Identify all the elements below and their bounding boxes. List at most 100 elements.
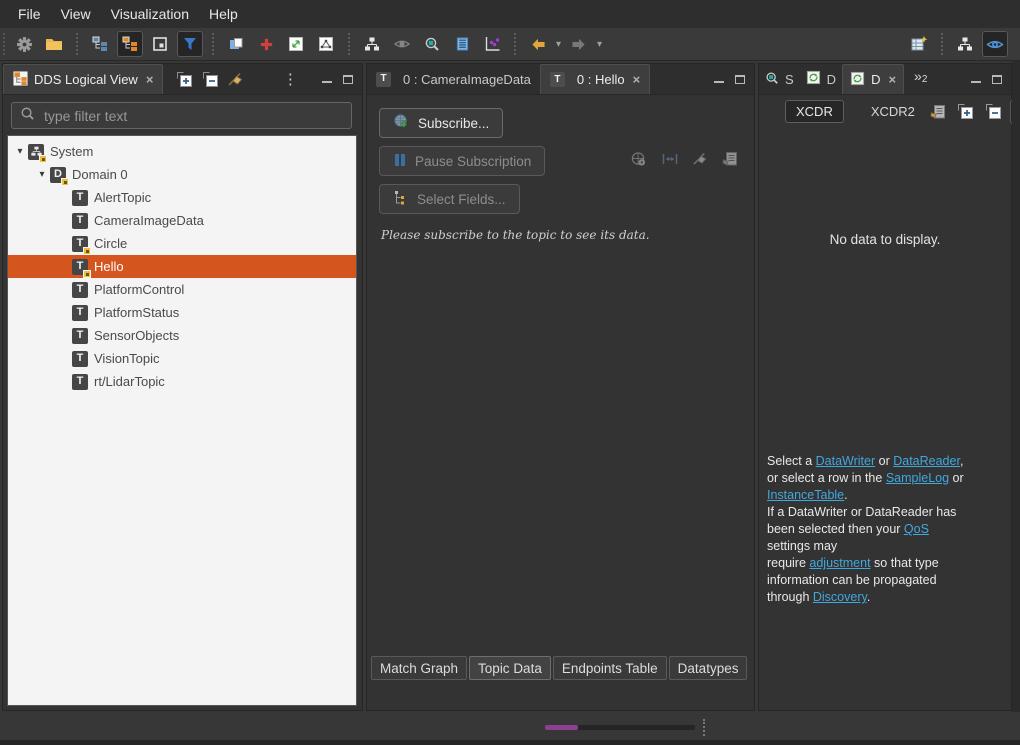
tab-overflow-indicator[interactable]: » 2 xyxy=(904,64,931,94)
tree-item-label: SensorObjects xyxy=(94,328,180,343)
tab-label: S xyxy=(785,71,794,87)
toolbar-grip[interactable] xyxy=(3,33,5,55)
help-link-qos[interactable]: QoS xyxy=(904,522,929,536)
expand-all-icon[interactable] xyxy=(173,68,195,90)
help-link-instancetable[interactable]: InstanceTable xyxy=(767,488,844,502)
logical-tree-orange-icon[interactable] xyxy=(117,31,143,57)
add-plus-icon[interactable] xyxy=(253,31,279,57)
expand-all-icon[interactable] xyxy=(954,100,978,124)
expand-arrow-icon[interactable]: ▾ xyxy=(34,169,50,180)
tree-item-alerttopic[interactable]: T AlertTopic xyxy=(8,186,356,209)
topic-action-icons xyxy=(630,151,738,173)
filter-input[interactable] xyxy=(42,106,343,125)
pause-label: Pause Subscription xyxy=(415,153,532,169)
width-adjust-icon[interactable] xyxy=(661,151,679,173)
select-fields-label: Select Fields... xyxy=(417,191,506,207)
domain-icon: D xyxy=(50,166,69,186)
collapse-all-icon[interactable] xyxy=(982,100,1006,124)
tree-item-circle[interactable]: T Circle xyxy=(8,232,356,255)
tab-topic-data[interactable]: Topic Data xyxy=(469,656,551,680)
help-link-datawriter[interactable]: DataWriter xyxy=(816,454,876,468)
menu-help[interactable]: Help xyxy=(199,6,248,22)
select-fields-button[interactable]: Select Fields... xyxy=(379,184,520,214)
broom-icon[interactable] xyxy=(225,68,247,90)
close-icon[interactable]: × xyxy=(146,72,154,87)
tab-camera-image-data[interactable]: T 0 : CameraImageData xyxy=(367,64,540,94)
tree-item-visiontopic[interactable]: T VisionTopic xyxy=(8,347,356,370)
tree-item-system[interactable]: ▾ System xyxy=(8,140,356,163)
statusbar-grip[interactable] xyxy=(703,719,705,736)
tab-datatype-1[interactable]: D xyxy=(800,64,842,94)
tab-match-graph[interactable]: Match Graph xyxy=(371,656,468,680)
view-menu-icon[interactable]: ⋮ xyxy=(279,68,301,90)
tree-item-hello[interactable]: T Hello xyxy=(8,255,356,278)
left-panel-header: DDS Logical View × ⋮ xyxy=(3,64,362,95)
xcdr-button[interactable]: XCDR xyxy=(785,100,844,123)
subscribe-button[interactable]: Subscribe... xyxy=(379,108,504,138)
hierarchy-icon[interactable] xyxy=(952,31,978,57)
node-graph-box-icon[interactable] xyxy=(313,31,339,57)
eye-icon[interactable] xyxy=(389,31,415,57)
menu-visualization[interactable]: Visualization xyxy=(101,6,199,22)
filter-funnel-icon[interactable] xyxy=(177,31,203,57)
tree-item-domain-0[interactable]: ▾ D Domain 0 xyxy=(8,163,356,186)
broom-disabled-icon[interactable] xyxy=(692,151,709,173)
minimize-icon[interactable] xyxy=(714,80,724,83)
system-icon xyxy=(28,143,47,163)
minimize-icon[interactable] xyxy=(971,80,981,83)
forward-arrow-icon[interactable] xyxy=(566,31,592,57)
paste-document-icon[interactable] xyxy=(926,100,950,124)
new-panel-icon[interactable] xyxy=(223,31,249,57)
tab-hello[interactable]: T 0 : Hello × xyxy=(539,64,651,94)
tab-datatypes[interactable]: Datatypes xyxy=(668,656,748,680)
tree-item-label: VisionTopic xyxy=(94,351,160,366)
frame-select-icon[interactable] xyxy=(147,31,173,57)
maximize-icon[interactable] xyxy=(735,74,745,84)
menu-view[interactable]: View xyxy=(51,6,101,22)
back-arrow-icon[interactable] xyxy=(525,31,551,57)
open-folder-icon[interactable] xyxy=(41,31,67,57)
maximize-icon[interactable] xyxy=(343,74,353,84)
tab-label: 0 : Hello xyxy=(576,72,625,87)
datatype-icon xyxy=(850,71,865,89)
expand-arrow-icon[interactable]: ▾ xyxy=(12,146,28,157)
tab-sample-view[interactable]: S xyxy=(759,64,800,94)
tree-item-platformstatus[interactable]: T PlatformStatus xyxy=(8,301,356,324)
back-dropdown-icon[interactable]: ▾ xyxy=(556,39,561,50)
xcdr2-button[interactable]: XCDR2 xyxy=(860,100,926,123)
collapse-all-icon[interactable] xyxy=(199,68,221,90)
center-panel-body: Subscribe... Pause Subscription Select F… xyxy=(367,94,754,682)
hierarchy-icon[interactable] xyxy=(359,31,385,57)
tree-item-rt-lidartopic[interactable]: Trt/LidarTopic xyxy=(8,370,356,393)
eye-toggle-icon[interactable] xyxy=(982,31,1008,57)
filter-box[interactable] xyxy=(11,102,352,129)
data-log-icon[interactable] xyxy=(449,31,475,57)
maximize-icon[interactable] xyxy=(992,74,1002,84)
help-link-discovery[interactable]: Discovery xyxy=(813,590,867,604)
close-icon[interactable]: × xyxy=(633,72,641,87)
tree-item-cameraimagedata[interactable]: T CameraImageData xyxy=(8,209,356,232)
scatter-chart-icon[interactable] xyxy=(479,31,505,57)
tree-item-label: Circle xyxy=(94,236,128,251)
copy-document-icon[interactable] xyxy=(722,151,738,173)
new-table-icon[interactable] xyxy=(906,31,932,57)
help-link-samplelog[interactable]: SampleLog xyxy=(886,471,949,485)
globe-settings-icon[interactable] xyxy=(630,151,648,173)
minimize-icon[interactable] xyxy=(322,80,332,83)
menu-bar: File View Visualization Help xyxy=(0,0,1020,28)
export-box-icon[interactable] xyxy=(283,31,309,57)
logical-tree-blue-icon[interactable] xyxy=(87,31,113,57)
close-icon[interactable]: × xyxy=(888,72,896,87)
help-link-adjustment[interactable]: adjustment xyxy=(809,556,870,570)
tree-item-platformcontrol[interactable]: T PlatformControl xyxy=(8,278,356,301)
pause-subscription-button[interactable]: Pause Subscription xyxy=(379,146,546,176)
tab-dds-logical-view[interactable]: DDS Logical View × xyxy=(3,64,164,94)
tab-datatype-2[interactable]: D × xyxy=(842,64,905,94)
menu-file[interactable]: File xyxy=(8,6,51,22)
forward-dropdown-icon[interactable]: ▾ xyxy=(597,39,602,50)
help-link-datareader[interactable]: DataReader xyxy=(893,454,960,468)
zoom-search-icon[interactable] xyxy=(419,31,445,57)
settings-gear-icon[interactable] xyxy=(11,31,37,57)
tab-endpoints-table[interactable]: Endpoints Table xyxy=(552,656,667,680)
tree-item-sensorobjects[interactable]: T SensorObjects xyxy=(8,324,356,347)
